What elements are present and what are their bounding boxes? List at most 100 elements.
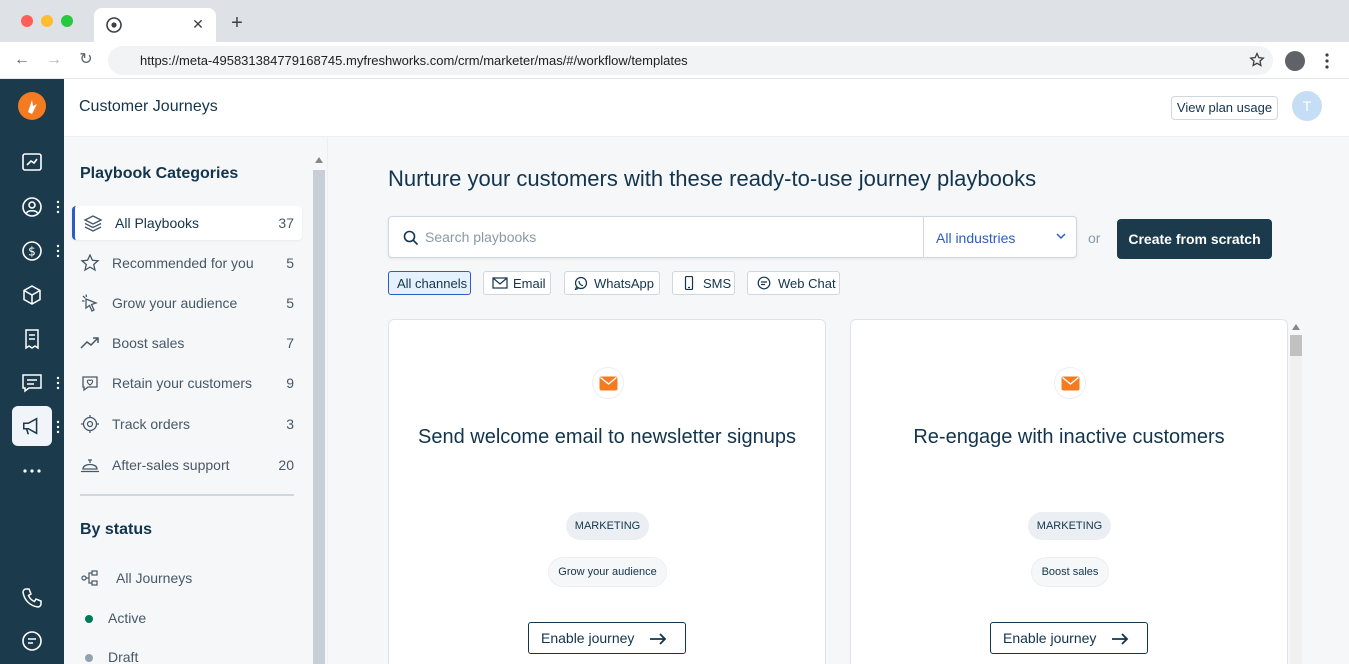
window-close-button[interactable] [21,15,33,27]
marketing-more-icon[interactable] [56,420,60,434]
category-grow-audience[interactable]: Grow your audience 5 [72,286,302,320]
cards-scroll-up-icon[interactable] [1292,324,1300,330]
status-label: Active [108,610,147,626]
deals-more-icon[interactable] [56,244,60,258]
chip-label: SMS [703,276,732,291]
browser-tab[interactable]: ✕ [94,8,216,42]
bookmark-star-icon[interactable] [1249,52,1265,68]
star-icon [80,254,100,272]
sidebar-scrollbar[interactable] [313,170,325,664]
draft-dot-icon [85,654,93,662]
status-label: Draft [108,649,139,664]
reload-icon[interactable]: ↻ [77,51,95,69]
arrow-right-icon [650,633,667,645]
window-minimize-button[interactable] [41,15,53,27]
more-apps-icon[interactable] [20,459,44,483]
marketing-nav-active[interactable] [12,406,52,446]
user-avatar[interactable]: T [1292,91,1322,121]
category-label: Recommended for you [112,255,254,271]
channel-chip-all[interactable]: All channels [388,271,471,295]
trend-up-icon [80,337,99,349]
chevron-down-icon [1056,233,1066,240]
window-maximize-button[interactable] [61,15,73,27]
cards-scrollbar[interactable] [1290,335,1302,664]
products-box-icon[interactable] [20,283,44,307]
status-active[interactable]: Active [80,606,300,632]
chat-heart-icon [82,376,98,392]
chip-label: WhatsApp [594,276,654,291]
invoice-icon[interactable] [20,327,44,351]
status-all-journeys[interactable]: All Journeys [80,566,300,592]
channel-chip-sms[interactable]: SMS [672,271,735,295]
tab-close-icon[interactable]: ✕ [190,16,206,32]
chip-label: Email [513,276,546,291]
conversations-icon[interactable] [20,371,44,395]
phone-icon[interactable] [20,586,44,610]
playbook-sidebar: Playbook Categories All Playbooks 37 Rec… [64,137,328,664]
chat-support-icon[interactable] [20,629,44,653]
category-recommended[interactable]: Recommended for you 5 [72,246,302,280]
category-boost-sales[interactable]: Boost sales 7 [72,326,302,360]
category-count: 5 [286,255,294,271]
active-dot-icon [85,615,93,623]
category-after-sales[interactable]: After-sales support 20 [72,448,302,482]
category-label: After-sales support [112,457,230,473]
card-icon-circle [1054,367,1086,399]
status-section-title: By status [80,521,153,538]
chrome-favicon-icon [106,17,122,33]
card-tag: Boost sales [1031,557,1109,587]
service-bell-icon [81,459,99,473]
enable-journey-button[interactable]: Enable journey [990,622,1148,654]
chip-label: All channels [397,276,468,291]
card-tag: Grow your audience [548,557,667,587]
channel-chip-webchat[interactable]: Web Chat [747,271,840,295]
category-count: 3 [286,416,294,432]
category-label: Retain your customers [112,375,253,391]
industry-select-label: All industries [936,230,1016,246]
freshworks-logo-icon[interactable] [18,92,46,120]
browser-tab-bar: ✕ + [0,0,1349,42]
back-icon[interactable]: ← [13,51,31,69]
app-nav-rail: $ [0,79,64,664]
category-all-playbooks[interactable]: All Playbooks 37 [72,206,302,240]
enable-journey-label: Enable journey [541,630,635,646]
search-playbooks-input[interactable] [425,218,915,256]
phone-icon [684,276,694,290]
category-count: 9 [286,375,294,391]
contacts-icon[interactable] [20,195,44,219]
browser-menu-icon[interactable] [1322,52,1332,70]
enable-journey-button[interactable]: Enable journey [528,622,686,654]
create-from-scratch-button[interactable]: Create from scratch [1117,219,1272,259]
category-retain-customers[interactable]: Retain your customers 9 [72,366,302,400]
sidebar-scroll-up-icon[interactable] [315,157,323,163]
mail-icon [1061,376,1080,391]
status-draft[interactable]: Draft [80,645,300,664]
category-track-orders[interactable]: Track orders 3 [72,407,302,441]
new-tab-button[interactable]: + [228,13,246,33]
dashboard-icon[interactable] [20,150,44,174]
status-label: All Journeys [116,570,193,586]
or-label: or [1088,230,1101,246]
chat-icon [757,276,771,290]
url-field[interactable]: https://meta-495831384779168745.myfreshw… [108,46,1273,75]
profile-icon[interactable] [1285,51,1305,71]
target-icon [81,415,99,433]
mail-icon [599,376,618,391]
sidebar-title: Playbook Categories [80,165,239,182]
channel-chip-email[interactable]: Email [483,271,551,295]
deals-dollar-icon[interactable]: $ [20,239,44,263]
category-label: Boost sales [112,335,185,351]
svg-text:$: $ [28,245,36,259]
channel-chip-whatsapp[interactable]: WhatsApp [564,271,660,295]
cards-scrollbar-thumb[interactable] [1290,335,1302,356]
card-title: Re-engage with inactive customers [913,426,1225,448]
conversations-more-icon[interactable] [56,376,60,390]
view-plan-usage-button[interactable]: View plan usage [1171,96,1278,120]
forward-icon[interactable]: → [45,51,63,69]
contacts-more-icon[interactable] [56,200,60,214]
card-icon-circle [592,367,624,399]
category-count: 7 [286,335,294,351]
playbook-card[interactable]: Re-engage with inactive customers MARKET… [850,319,1288,664]
industry-select[interactable]: All industries [923,217,1077,257]
playbook-card[interactable]: Send welcome email to newsletter signups… [388,319,826,664]
